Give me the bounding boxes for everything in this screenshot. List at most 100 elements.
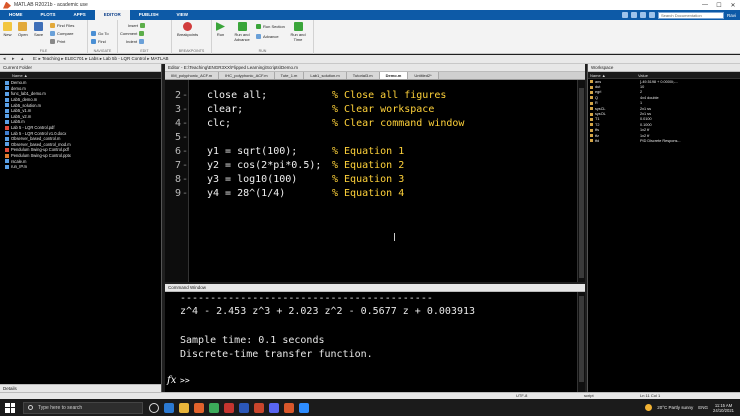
code-line[interactable]: 3- clear; % Clear workspace [165, 102, 434, 116]
breakpoints-button[interactable]: Breakpoints [177, 22, 198, 37]
minimize-button[interactable]: — [698, 2, 712, 9]
editor-scrollbar[interactable] [577, 80, 585, 282]
documentation-search-input[interactable]: Search Documentation [657, 11, 724, 19]
indent-button[interactable]: Indent [126, 39, 146, 44]
workspace-variable-row[interactable]: sysCL 2x1 ss [588, 106, 740, 111]
editor-tab[interactable]: Tutorial3.m [346, 72, 380, 79]
language-indicator[interactable]: ENG [698, 405, 708, 410]
editor-scroll-thumb[interactable] [579, 88, 584, 278]
line-marker[interactable]: - [181, 146, 189, 157]
run-button[interactable]: Run [216, 22, 225, 37]
code-line[interactable]: 2- close all; % Close all figures [165, 88, 446, 102]
editor-tab[interactable]: Demo.m [379, 72, 409, 79]
current-folder-path[interactable]: E: ▸ Teaching ▸ ELEC701 ▸ Labs ▸ Lab 5b … [33, 56, 168, 62]
editor-tab[interactable]: IIM_polyphonic_ACF.m [165, 72, 220, 79]
editor-tab[interactable]: Untitled2* [408, 72, 439, 79]
code-area[interactable]: 2- close all;% Close all figures 3- clear;%… [165, 80, 577, 282]
discord-icon[interactable] [269, 402, 279, 413]
weather-text[interactable]: 20°C Partly sunny [657, 405, 693, 410]
workspace-variable-row[interactable]: ans [-49.5198 + 0.0000i;-... [588, 79, 740, 84]
code-line[interactable]: 5- [165, 130, 332, 144]
code-line[interactable]: 9- y4 = 28^(1/4) % Equation 4 [165, 186, 404, 200]
windows-start-icon[interactable] [5, 402, 15, 413]
find-files-button[interactable]: Find Files [50, 23, 74, 28]
help-quick-icon[interactable] [648, 12, 655, 18]
brave-icon[interactable] [194, 402, 204, 413]
tab-home[interactable]: HOME [0, 10, 32, 20]
tab-apps[interactable]: APPS [65, 10, 95, 20]
tab-editor[interactable]: EDITOR [94, 10, 130, 20]
insert-button[interactable]: Insert [128, 23, 147, 28]
workspace-variable-row[interactable]: tfz 1x2 tf [588, 133, 740, 138]
undo-quick-icon[interactable] [630, 12, 637, 18]
line-marker[interactable]: - [181, 118, 189, 129]
code-line[interactable]: 4- clc; % Clear command window [165, 116, 464, 130]
chrome-icon[interactable] [209, 402, 219, 413]
up-folder-icon[interactable]: ▴ [21, 56, 27, 62]
run-and-time-button[interactable]: Run and Time [288, 22, 308, 42]
line-marker[interactable]: - [181, 90, 189, 101]
redo-quick-icon[interactable] [639, 12, 646, 18]
find-button[interactable]: Find [91, 39, 106, 44]
details-panel[interactable]: Details [0, 384, 161, 392]
matlab-taskbar-icon[interactable] [284, 402, 294, 413]
fx-icon[interactable]: fx [167, 375, 176, 386]
task-view-icon[interactable] [149, 402, 159, 413]
workspace-value-header[interactable]: Value [638, 72, 648, 78]
workspace-variable-row[interactable]: tfd PID Discrete Respons... [588, 138, 740, 143]
line-marker[interactable]: - [181, 160, 189, 171]
file-explorer-icon[interactable] [179, 402, 189, 413]
workspace-variable-row[interactable]: egrl 2 [588, 90, 740, 95]
command-scroll-thumb[interactable] [579, 296, 584, 382]
tab-publish[interactable]: PUBLISH [130, 10, 168, 20]
workspace-variable-row[interactable]: dut 10 [588, 84, 740, 89]
line-marker[interactable]: - [181, 132, 189, 143]
workspace-variable-row[interactable]: R1 [588, 101, 740, 106]
close-button[interactable]: ✕ [726, 2, 740, 9]
line-marker[interactable]: - [181, 104, 189, 115]
workspace-variable-row[interactable]: T2 0.1000 [588, 122, 740, 127]
name-column-header[interactable]: Name ▲ [0, 72, 161, 79]
tab-view[interactable]: VIEW [167, 10, 197, 20]
line-marker[interactable]: - [181, 188, 189, 199]
run-section-button[interactable]: Run Section [256, 24, 285, 29]
workspace-variable-row[interactable]: Q 4x4 double [588, 95, 740, 100]
compare-button[interactable]: Compare [50, 31, 73, 36]
save-quick-icon[interactable] [621, 12, 628, 18]
code-line[interactable]: 7- y2 = cos(2*pi*0.5); % Equation 2 [165, 158, 404, 172]
save-button[interactable]: Save [34, 22, 43, 37]
edge-icon[interactable] [164, 402, 174, 413]
line-marker[interactable]: - [181, 174, 189, 185]
editor-tab[interactable]: Lab1_solution.m [304, 72, 347, 79]
word-icon[interactable] [239, 402, 249, 413]
editor-tab[interactable]: Tute_1.m [274, 72, 305, 79]
maximize-button[interactable]: ☐ [712, 2, 726, 9]
workspace-name-header[interactable]: Name ▲ [588, 72, 638, 78]
advance-button[interactable]: Advance [256, 34, 279, 39]
workspace-variable-row[interactable]: tfs 1x2 tf [588, 128, 740, 133]
run-advance-button[interactable]: Run and Advance [232, 22, 252, 42]
taskbar-search-input[interactable]: Type here to search [23, 401, 143, 414]
pdf-reader-icon[interactable] [224, 402, 234, 413]
folder-file-item[interactable]: run_IP.m [0, 164, 161, 170]
forward-arrow-icon[interactable]: ▸ [12, 56, 18, 62]
command-prompt[interactable]: >> [180, 376, 190, 385]
back-arrow-icon[interactable]: ◂ [3, 56, 9, 62]
new-button[interactable]: New [3, 22, 12, 37]
command-scrollbar[interactable] [577, 292, 585, 392]
code-line[interactable]: 8- y3 = log10(100) % Equation 3 [165, 172, 404, 186]
tab-plots[interactable]: PLOTS [32, 10, 65, 20]
zoom-icon[interactable] [299, 402, 309, 413]
user-name[interactable]: Ravi [727, 13, 736, 18]
powerpoint-icon[interactable] [254, 402, 264, 413]
open-button[interactable]: Open [18, 22, 28, 37]
command-window[interactable]: Command Window -------------------------… [165, 284, 585, 392]
workspace-variable-row[interactable]: T1 0.0100 [588, 117, 740, 122]
editor-tab[interactable]: IHC_polyphonic_ACF.m [219, 72, 275, 79]
workspace-variable-row[interactable]: sysOL 2x1 ss [588, 111, 740, 116]
print-button[interactable]: Print [50, 39, 65, 44]
go-to-button[interactable]: Go To [91, 31, 109, 36]
comment-button[interactable]: Comment [120, 31, 146, 36]
code-line[interactable]: 6- y1 = sqrt(100); % Equation 1 [165, 144, 404, 158]
clock[interactable]: 11:15 AM 24/10/2021 [713, 403, 734, 413]
